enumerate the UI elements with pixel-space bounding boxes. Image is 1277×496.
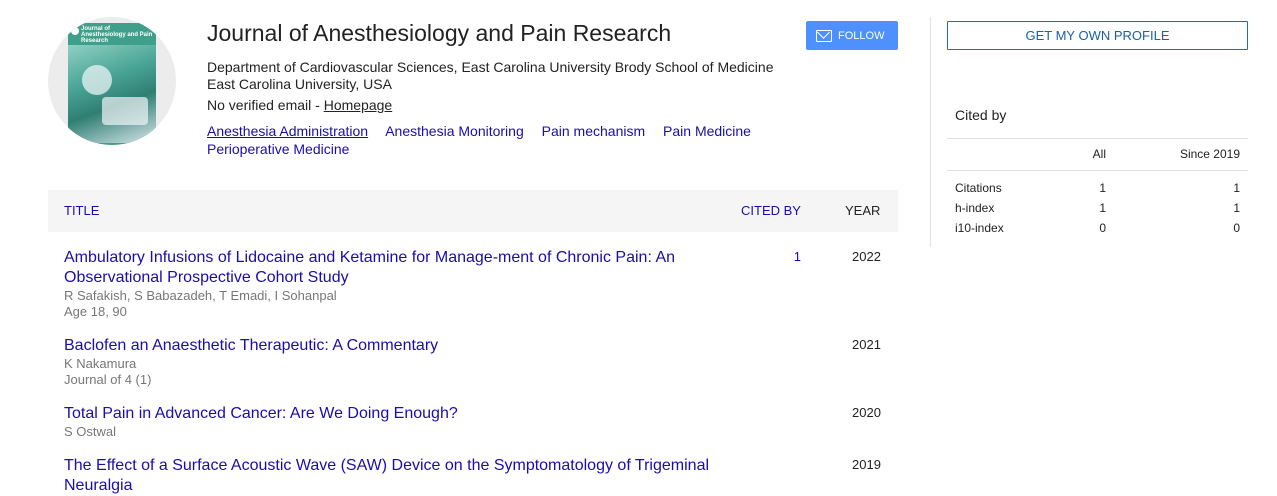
sort-by-year[interactable]: YEAR [845,203,880,218]
article-authors: K Nakamura [64,356,137,371]
mail-plus-icon [816,29,832,42]
article-title[interactable]: The Effect of a Surface Acoustic Wave (S… [64,456,714,496]
article-title[interactable]: Ambulatory Infusions of Lidocaine and Ke… [64,248,714,288]
profile-affiliation: Department of Cardiovascular Sciences, E… [207,59,774,92]
homepage-link[interactable]: Homepage [324,97,393,113]
cover-photo [68,45,156,143]
journal-cover-image: Journal of Anesthesiology and Pain Resea… [68,23,156,145]
profile-avatar: Journal of Anesthesiology and Pain Resea… [48,17,176,145]
stats-citations-since: 1 [1233,181,1240,195]
sort-by-cited[interactable]: CITED BY [741,203,801,218]
email-status: No verified email - [207,97,324,113]
stats-divider [947,138,1248,139]
article-venue: Journal of 4 (1) [64,372,152,387]
journal-logo-icon [71,27,79,35]
article-authors: S Ostwal [64,424,117,439]
interest-pain-medicine[interactable]: Pain Medicine [663,123,751,139]
article-venue: Age 18, 90 [64,304,127,319]
article-year: 2019 [852,457,881,472]
articles-table-header: TITLE CITED BY YEAR [48,190,898,232]
get-my-own-profile-button[interactable]: GET MY OWN PROFILE [947,21,1248,50]
sidebar-divider [930,17,931,247]
sort-by-title[interactable]: TITLE [64,203,99,218]
interest-anesthesia-administration[interactable]: Anesthesia Administration [207,123,368,139]
article-authors: R Safakish, S Babazadeh, T Emadi, I Soha… [64,288,337,303]
interest-pain-mechanism[interactable]: Pain mechanism [542,123,646,139]
stats-divider [947,170,1248,171]
article-year: 2022 [852,249,881,264]
article-year: 2020 [852,405,881,420]
profile-name: Journal of Anesthesiology and Pain Resea… [207,20,672,46]
stats-h-index-since: 1 [1233,201,1240,215]
follow-label: FOLLOW [838,29,885,42]
article-cited-count[interactable]: 1 [788,249,801,264]
stats-i10-index-since: 0 [1233,221,1240,235]
article-title[interactable]: Total Pain in Advanced Cancer: Are We Do… [64,404,714,424]
article-year: 2021 [852,337,881,352]
interest-perioperative-medicine[interactable]: Perioperative Medicine [207,141,349,157]
stats-header-since: Since 2019 [1179,147,1240,161]
cited-by-heading: Cited by [955,107,1007,123]
interest-anesthesia-monitoring[interactable]: Anesthesia Monitoring [385,123,524,139]
article-title[interactable]: Baclofen an Anaesthetic Therapeutic: A C… [64,336,714,356]
follow-button[interactable]: FOLLOW [806,21,898,50]
cover-title-text: Journal of Anesthesiology and Pain Resea… [81,26,153,44]
email-line: No verified email - Homepage [207,97,392,114]
research-interests: Anesthesia Administration Anesthesia Mon… [207,122,807,158]
